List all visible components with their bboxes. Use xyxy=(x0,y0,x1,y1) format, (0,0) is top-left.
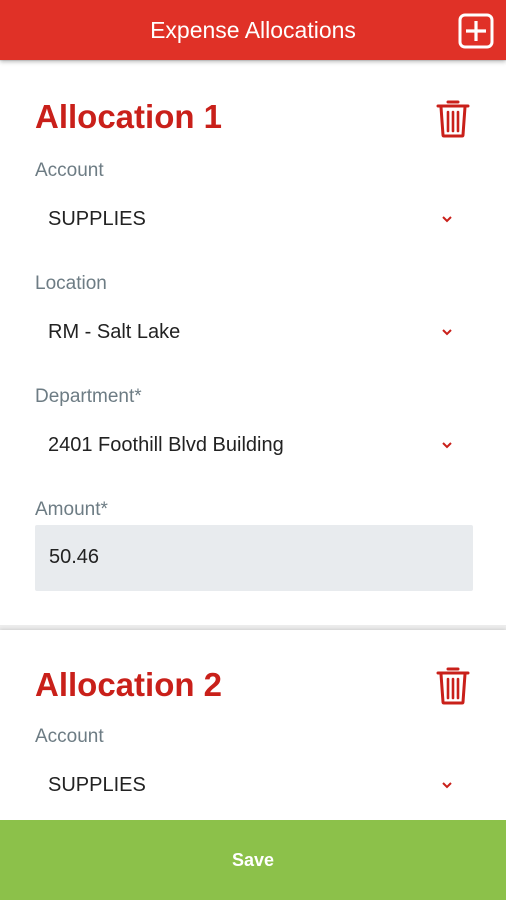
account-value: SUPPLIES xyxy=(48,208,146,230)
trash-icon xyxy=(436,100,470,138)
department-select[interactable]: 2401 Foothill Blvd Building xyxy=(35,426,473,466)
delete-allocation-button[interactable] xyxy=(436,98,470,138)
account-label: Account xyxy=(35,726,104,747)
account-label: Account xyxy=(35,160,104,181)
location-select[interactable]: RM - Salt Lake xyxy=(35,313,473,353)
location-value: RM - Salt Lake xyxy=(48,321,181,343)
account-value: SUPPLIES xyxy=(48,774,146,796)
save-label: Save xyxy=(231,850,275,870)
allocation-card-2: Allocation 2 Account SUPPLIES xyxy=(0,630,506,830)
add-allocation-button[interactable] xyxy=(458,13,494,49)
page-title: Expense Allocations xyxy=(150,17,356,43)
allocation-title: Allocation 1 xyxy=(35,98,223,135)
amount-label: Amount* xyxy=(35,499,108,520)
app-header: Expense Allocations xyxy=(0,0,506,60)
chevron-down-icon xyxy=(442,442,452,449)
department-value: 2401 Foothill Blvd Building xyxy=(48,434,284,456)
chevron-down-icon xyxy=(442,782,452,789)
department-label: Department* xyxy=(35,386,142,407)
location-label: Location xyxy=(35,273,107,294)
amount-input[interactable]: 50.46 xyxy=(35,525,473,591)
trash-icon xyxy=(436,667,470,705)
delete-allocation-button[interactable] xyxy=(436,665,470,705)
plus-square-icon xyxy=(458,13,494,49)
amount-value: 50.46 xyxy=(49,546,100,568)
save-button[interactable]: Save xyxy=(0,820,506,900)
account-select[interactable]: SUPPLIES xyxy=(35,200,473,240)
chevron-down-icon xyxy=(442,216,452,223)
chevron-down-icon xyxy=(442,329,452,336)
account-select[interactable]: SUPPLIES xyxy=(35,766,473,806)
allocation-title: Allocation 2 xyxy=(35,666,223,703)
allocation-card-1: Allocation 1 Account SUPPLIES Location R… xyxy=(0,61,506,625)
